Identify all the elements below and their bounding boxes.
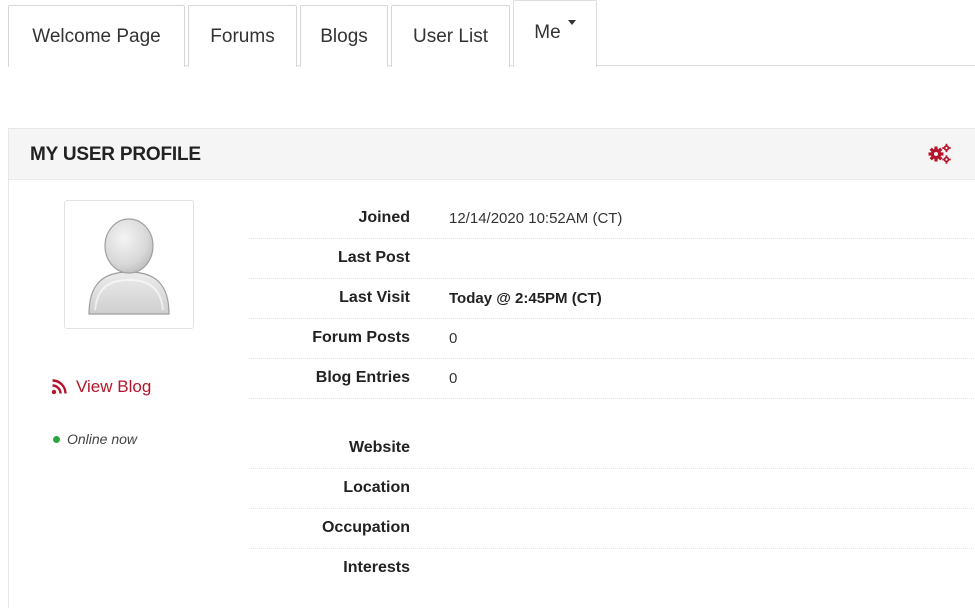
tab-welcome-page[interactable]: Welcome Page [8, 5, 185, 67]
tab-label: Me [534, 22, 561, 43]
profile-label: Last Visit [339, 289, 410, 306]
online-status-text: Online now [67, 431, 138, 447]
online-status: Online now [53, 431, 137, 447]
profile-label: Location [343, 479, 410, 496]
profile-row-joined: Joined 12/14/2020 10:52AM (CT) [249, 199, 975, 239]
user-profile-panel: MY USER PROFILE View Blog Online now Joi… [8, 128, 975, 608]
tab-me[interactable]: Me [513, 0, 597, 67]
profile-row-last-post: Last Post [249, 239, 975, 279]
profile-label: Blog Entries [315, 369, 410, 386]
online-dot-icon [53, 435, 60, 443]
rss-icon [51, 379, 67, 395]
caret-down-icon [567, 20, 576, 25]
tab-label: Welcome Page [32, 25, 161, 47]
tab-label: User List [413, 25, 488, 47]
profile-row-occupation: Occupation [249, 509, 975, 549]
panel-header: MY USER PROFILE [9, 129, 975, 180]
tab-label: Forums [210, 25, 275, 47]
avatar [64, 200, 194, 329]
profile-label: Last Post [337, 249, 410, 266]
nav-tabs: Welcome Page Forums Blogs User List Me [8, 0, 975, 67]
profile-row-interests: Interests [249, 549, 975, 589]
tab-user-list[interactable]: User List [391, 5, 510, 67]
profile-value: 0 [449, 370, 458, 387]
profile-label: Interests [343, 559, 410, 576]
panel-title: MY USER PROFILE [30, 144, 201, 165]
profile-row-blog-entries: Blog Entries 0 [249, 359, 975, 399]
profile-value: 0 [449, 330, 458, 347]
view-blog-label: View Blog [76, 377, 152, 396]
profile-label: Website [348, 439, 410, 456]
tab-label: Blogs [320, 25, 368, 47]
profile-label: Forum Posts [312, 329, 410, 346]
tab-blogs[interactable]: Blogs [300, 5, 388, 67]
tab-forums[interactable]: Forums [188, 5, 297, 67]
profile-label: Occupation [321, 519, 410, 536]
profile-label: Joined [358, 209, 410, 226]
profile-value: Today @ 2:45PM (CT) [449, 290, 602, 307]
gears-icon[interactable] [927, 143, 951, 165]
default-user-avatar-icon [88, 217, 170, 315]
profile-row-location: Location [249, 469, 975, 509]
view-blog-link[interactable]: View Blog [51, 377, 151, 397]
profile-row-forum-posts: Forum Posts 0 [249, 319, 975, 359]
profile-row-last-visit: Last Visit Today @ 2:45PM (CT) [249, 279, 975, 319]
profile-row-website: Website [249, 429, 975, 469]
profile-value: 12/14/2020 10:52AM (CT) [449, 210, 623, 227]
